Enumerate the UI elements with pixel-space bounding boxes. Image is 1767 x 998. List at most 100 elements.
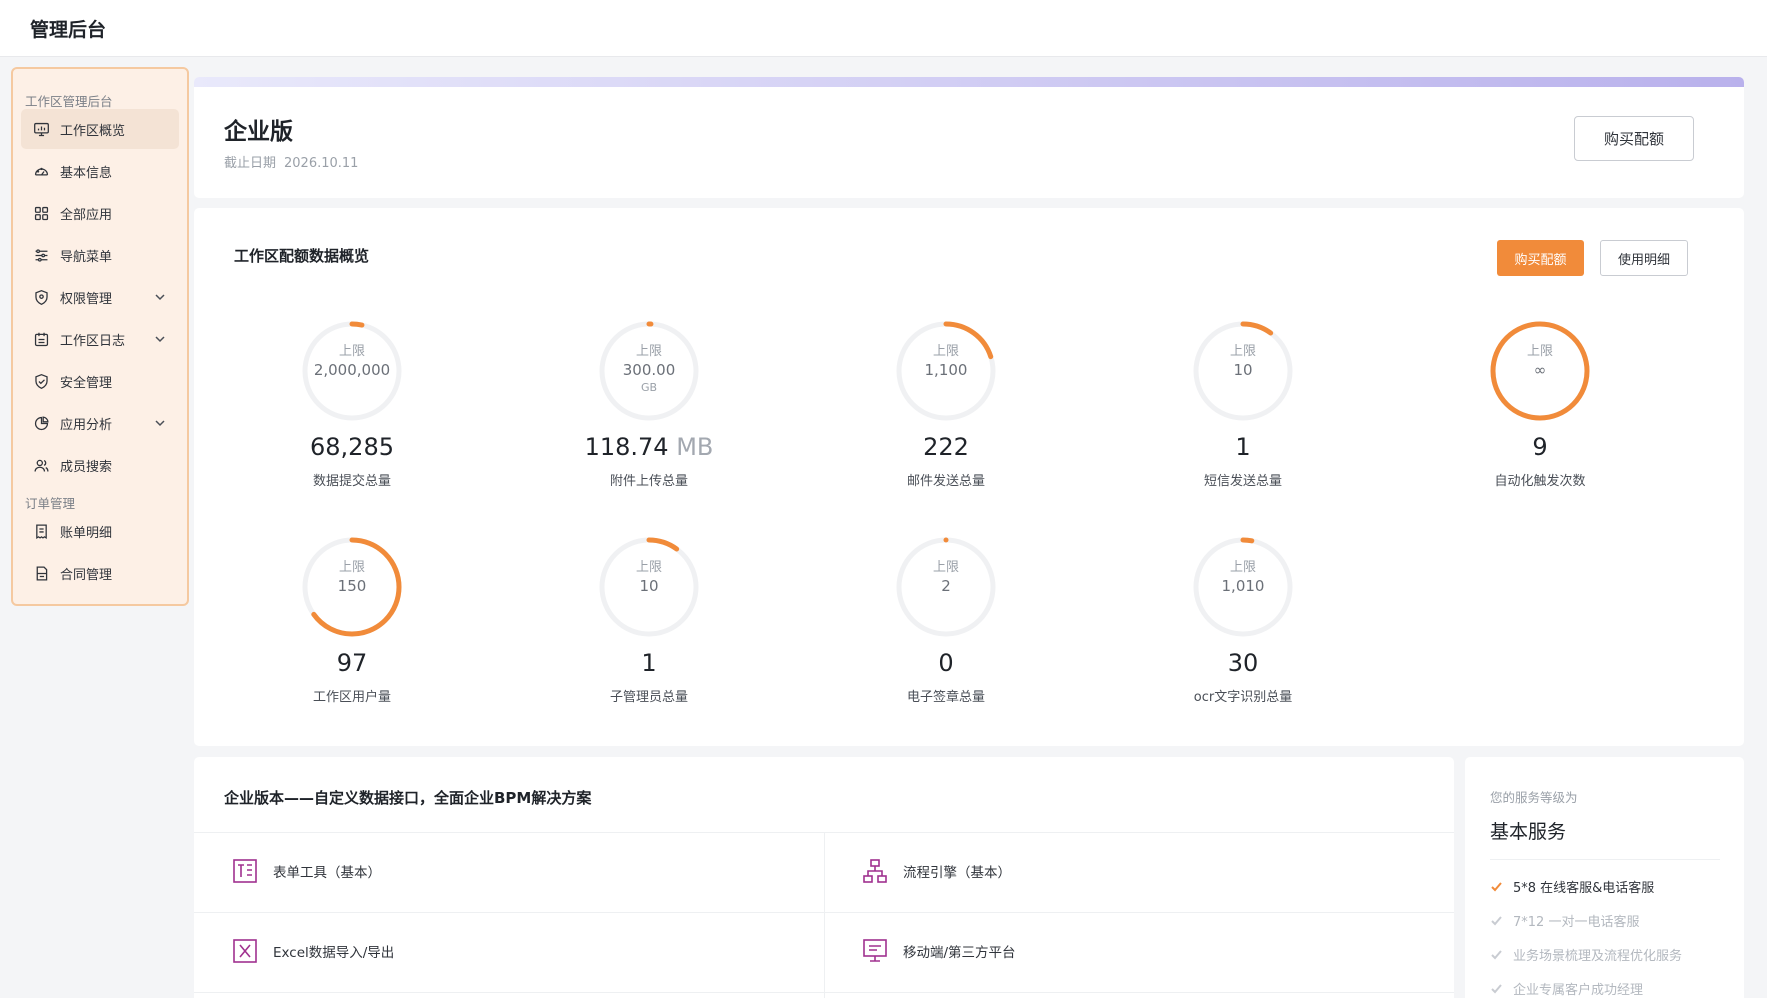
sidebar-item-label: 导航菜单 [60,249,113,265]
sidebar-item-contracts[interactable]: 合同管理 [21,553,179,593]
sidebar-item-workspace-log[interactable]: 工作区日志 [21,319,179,359]
gauge-value: 30 [1227,649,1259,677]
flow-engine-icon [863,859,887,883]
chevron-down-icon[interactable] [153,332,167,346]
service-item-label: 企业专属客户成功经理 [1513,983,1644,998]
buy-quota-primary-button[interactable]: 购买配额 [1497,240,1584,276]
top-bar: 管理后台 [0,0,1767,57]
mobile-platform-icon [863,939,887,962]
gauge-center: 上限 150 [242,556,462,595]
gauge-limit-value: 300.00 [622,361,676,379]
sidebar-item-permissions[interactable]: 权限管理 [21,277,179,317]
sidebar-item-nav-menu[interactable]: 导航菜单 [21,235,179,275]
gauge-limit-label: 上限 [635,344,662,359]
sidebar-item-label: 全部应用 [60,207,113,223]
excel-import-icon [233,939,257,963]
gauge-label: 邮件发送总量 [906,474,985,489]
edition-title: 企业版 [224,119,293,145]
sidebar-item-member-search[interactable]: 成员搜索 [21,445,179,485]
quota-title: 工作区配额数据概览 [234,247,370,265]
usage-details-button[interactable]: 使用明细 [1600,240,1688,276]
sidebar-item-overview[interactable]: 工作区概览 [21,109,179,149]
feature-excel-import[interactable]: Excel数据导入/导出 [232,938,394,964]
edition-card: 企业版 截止日期 2026.10.11 购买配额 [194,77,1744,198]
quota-gauge: 上限 1,010 30 ocr文字识别总量 [1133,534,1353,714]
gauge-label: 短信发送总量 [1203,474,1282,489]
gauge-center: 上限 ∞ [1430,340,1650,379]
service-title: 基本服务 [1490,821,1567,843]
sidebar-item-label: 工作区日志 [60,333,126,349]
gauge-center: 上限 1,010 [1133,556,1353,595]
gauge-limit-label: 上限 [338,560,365,575]
gauge-label: 子管理员总量 [609,690,688,705]
service-item-label: 5*8 在线客服&电话客服 [1513,881,1655,896]
gauge-limit-label: 上限 [932,344,959,359]
sidebar-item-label: 应用分析 [60,417,113,433]
quota-overview-card: 工作区配额数据概览 购买配额 使用明细 上限 2,000,000 68,285 数据提… [194,208,1744,746]
gauge-center: 上限 10 [1133,340,1353,379]
sidebar-group-orders: 订单管理 [25,496,76,511]
sidebar-item-app-analytics[interactable]: 应用分析 [21,403,179,443]
gauge-limit-label: 上限 [635,560,662,575]
sidebar-item-basic-info[interactable]: 基本信息 [21,151,179,191]
gauge-value: 222 [923,433,969,461]
gauge-value: 0 [938,649,954,677]
gauge-limit-value: 2 [941,577,951,595]
quota-gauge: 上限 1,100 222 邮件发送总量 [836,318,1056,498]
feature-form-tool[interactable]: 表单工具（基本） [232,858,381,884]
gauge-limit-value: 2,000,000 [313,361,391,379]
sidebar-item-bill-details[interactable]: 账单明细 [21,511,179,551]
quota-gauge: 上限 ∞ 9 自动化触发次数 [1430,318,1650,498]
gauge-limit-value: 1,010 [1221,577,1265,595]
gauge-center: 上限 10 [539,556,759,595]
gauge-label: ocr文字识别总量 [1193,690,1293,705]
enterprise-features-card: 企业版本——自定义数据接口，全面企业BPM解决方案 表单工具（基本） 流程引擎（… [194,757,1454,998]
app-title: 管理后台 [30,18,107,41]
divider [1490,859,1720,860]
gauge-label: 附件上传总量 [609,474,688,489]
feature-label: 移动端/第三方平台 [903,945,1016,961]
gauge-center: 上限 2,000,000 [242,340,462,379]
grid-apps-icon [34,206,49,220]
sidebar-item-label: 基本信息 [60,165,113,181]
gauge-limit-unit: GB [640,381,658,394]
pie-chart-icon [34,415,49,430]
gauge-value: 9 [1532,433,1548,461]
service-item-label: 7*12 一对一电话客服 [1513,915,1640,930]
expiry-date-label: 截止日期 [224,156,277,171]
sidebar-item-label: 安全管理 [60,375,113,391]
gauge-label: 自动化触发次数 [1494,474,1586,489]
calendar-log-icon [34,332,49,346]
service-item: 7*12 一对一电话客服 [1490,911,1639,930]
expiry-date: 截止日期 2026.10.11 [224,152,358,171]
feature-label: 流程引擎（基本） [903,865,1011,881]
receipt-icon [36,523,47,539]
chevron-down-icon[interactable] [153,290,167,304]
sidebar-item-label: 账单明细 [60,525,113,541]
gauge-center: 上限 300.00 GB [539,340,759,394]
gauge-limit-label: 上限 [1229,344,1256,359]
feature-label: 表单工具（基本） [273,865,381,881]
buy-quota-button[interactable]: 购买配额 [1574,116,1694,161]
gauge-limit-label: 上限 [1526,344,1553,359]
sidebar-item-security[interactable]: 安全管理 [21,361,179,401]
gauge-limit-value: 10 [639,577,659,595]
gauge-limit-label: 上限 [338,344,365,359]
sidebar-item-all-apps[interactable]: 全部应用 [21,193,179,233]
dashboard-gauge-icon [34,167,49,176]
check-icon [1491,950,1502,960]
gauge-value-unit: MB [668,433,714,461]
feature-flow-engine[interactable]: 流程引擎（基本） [862,858,1011,884]
gauge-center: 上限 2 [836,556,1056,595]
sidebar-item-label: 成员搜索 [60,459,113,475]
gauge-label: 工作区用户量 [312,690,391,705]
contract-icon [36,565,48,581]
sidebar: 工作区管理后台 工作区概览 基本信息 全部应用 导航菜单 权限管理 工作区日志 … [11,67,189,606]
monitor-chart-icon [34,122,49,136]
service-subtitle: 您的服务等级为 [1490,790,1578,805]
divider [824,832,825,998]
feature-mobile-platform[interactable]: 移动端/第三方平台 [862,938,1016,964]
chevron-down-icon[interactable] [153,416,167,430]
gauge-limit-value: 150 [337,577,367,595]
sidebar-group-workspace: 工作区管理后台 [25,94,113,109]
